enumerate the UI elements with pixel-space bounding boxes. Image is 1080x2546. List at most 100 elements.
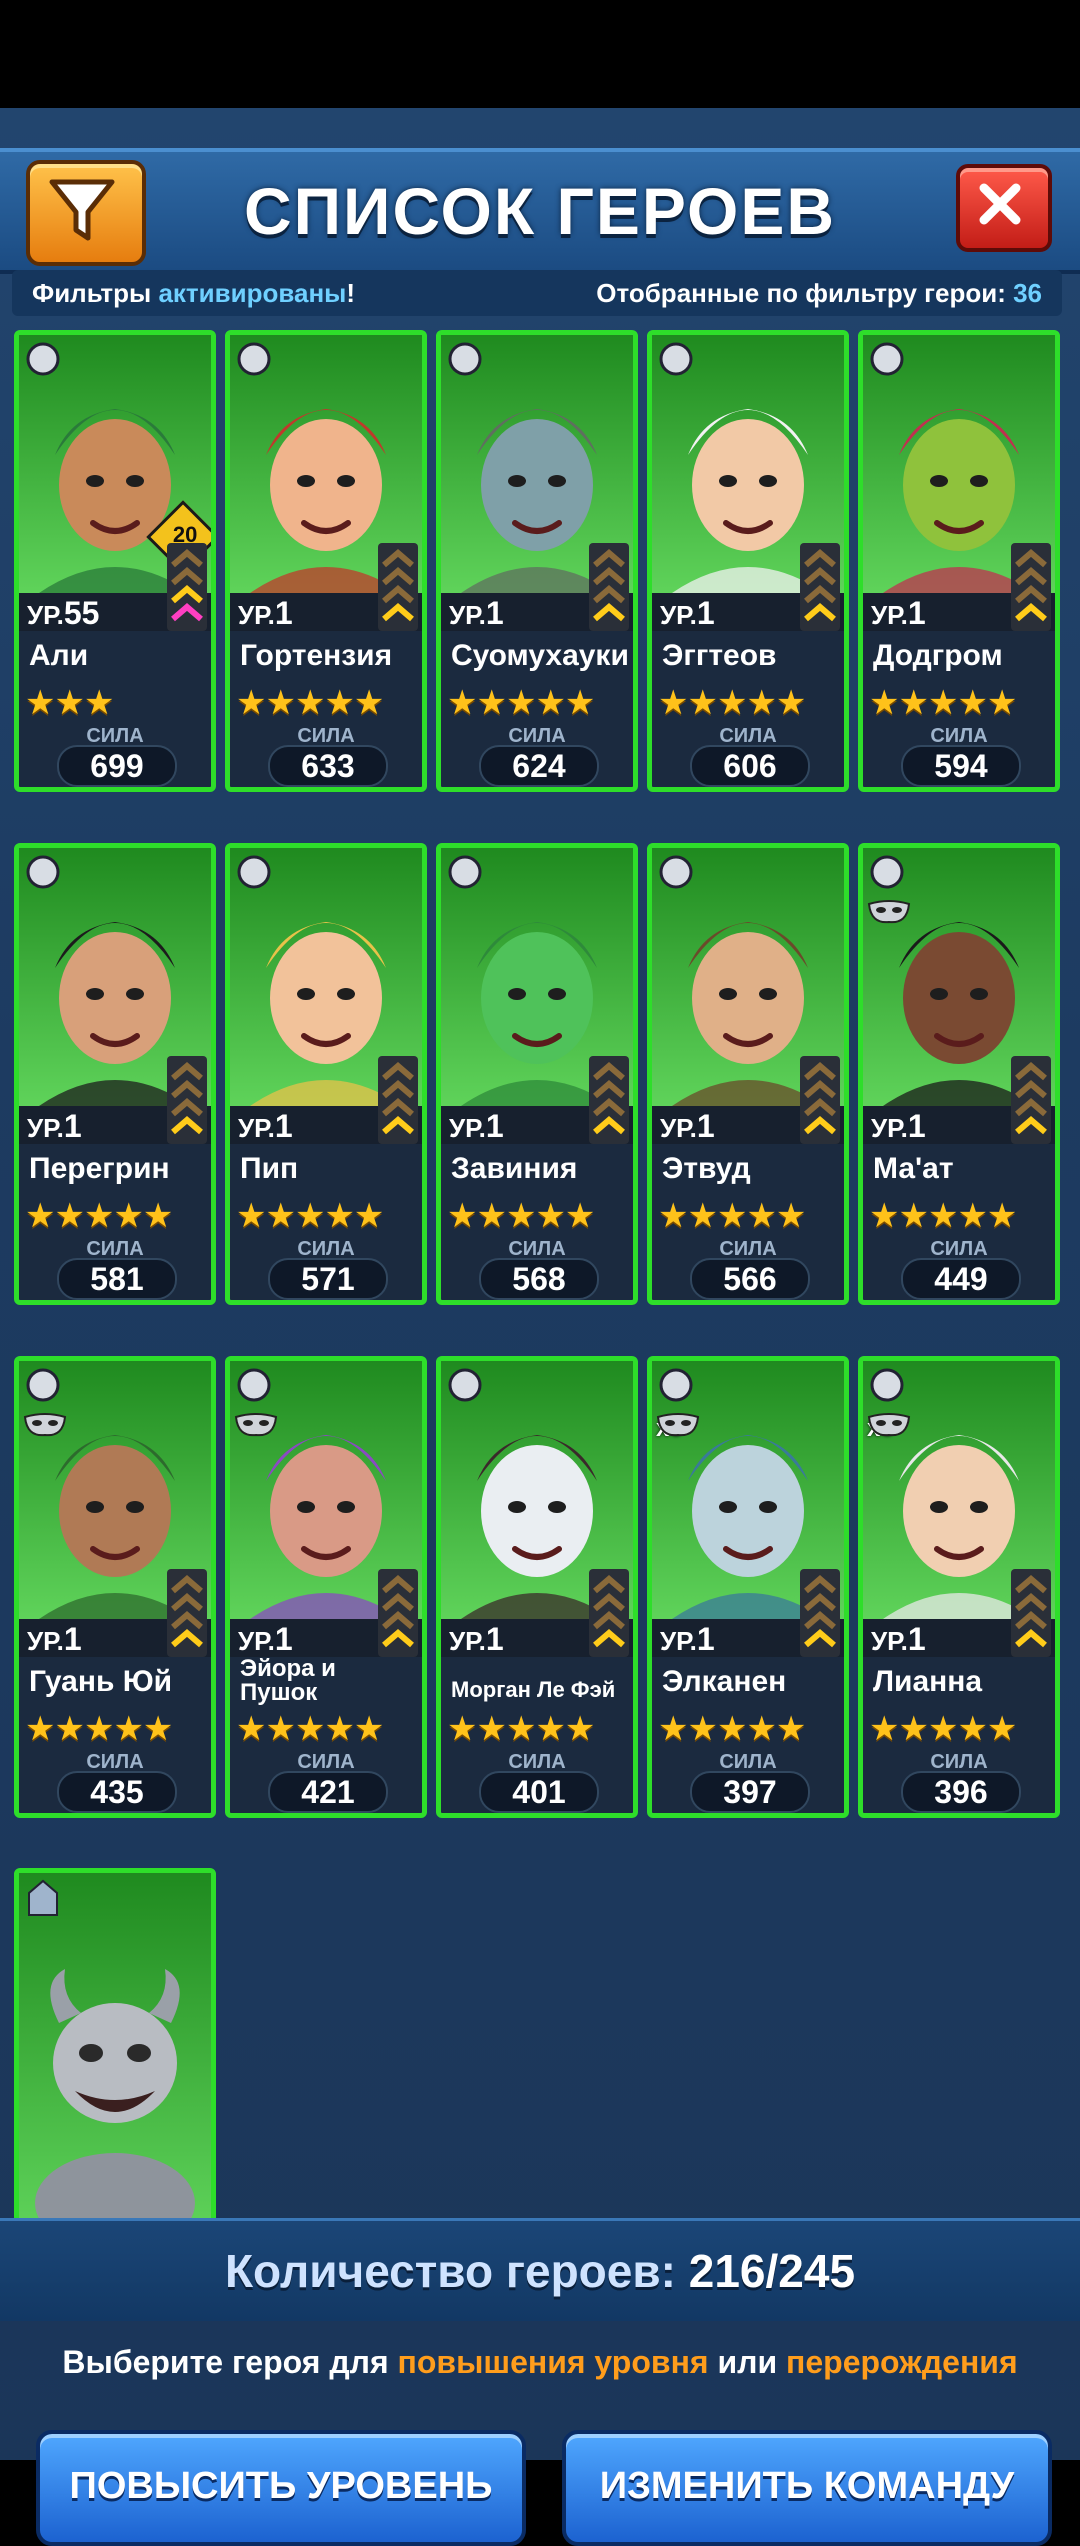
level-prefix: УР. xyxy=(449,1626,486,1656)
hint-rebirth: перерождения xyxy=(786,2344,1018,2380)
rank-chevrons-icon xyxy=(1011,1056,1051,1144)
hero-card[interactable]: 20 УР.55 Али ★★★ СИЛА 699 xyxy=(14,330,216,792)
level-value: 1 xyxy=(907,1108,926,1144)
hero-stars: ★★★★★ xyxy=(869,1197,1017,1235)
hero-power: 396 xyxy=(901,1771,1021,1813)
hero-name: Эггтеов xyxy=(662,639,777,672)
level-prefix: УР. xyxy=(871,1113,908,1143)
hero-level: УР.1 xyxy=(449,1621,504,1658)
hero-stars: ★★★ xyxy=(25,684,114,722)
hero-name: Додгром xyxy=(873,639,1003,672)
filters-suffix: ! xyxy=(346,278,356,308)
arch-icon xyxy=(448,1368,482,1402)
hero-card[interactable]: УР.1 Додгром ★★★★★ СИЛА 594 xyxy=(858,330,1060,792)
hero-level: УР.1 xyxy=(238,595,293,632)
mask-icon xyxy=(870,1368,904,1402)
header-bar: СПИСОК ГЕРОЕВ xyxy=(0,148,1080,274)
rank-chevrons-icon xyxy=(378,1056,418,1144)
rank-chevrons-icon xyxy=(1011,543,1051,631)
level-prefix: УР. xyxy=(660,1113,697,1143)
heart-icon xyxy=(870,342,904,376)
hint-prefix: Выберите героя для xyxy=(62,2344,398,2380)
level-strip: УР.55 xyxy=(19,543,211,632)
level-strip: УР.1 xyxy=(863,1056,1055,1144)
hero-stars: ★★★★★ xyxy=(25,1197,173,1235)
hero-card[interactable]: УР.1 Пип ★★★★★ СИЛА 571 xyxy=(225,843,427,1305)
hero-stars: ★★★★★ xyxy=(658,1197,806,1235)
hero-count: Количество героев: 216/245 xyxy=(0,2221,1080,2321)
level-value: 1 xyxy=(696,1621,715,1657)
hero-power: 581 xyxy=(57,1258,177,1300)
level-strip: УР.1 xyxy=(652,543,844,631)
hero-card[interactable]: УР.1 Этвуд ★★★★★ СИЛА 566 xyxy=(647,843,849,1305)
hero-card[interactable]: УР.1 Эггтеов ★★★★★ СИЛА 606 xyxy=(647,330,849,792)
filter-button[interactable] xyxy=(26,160,146,266)
level-prefix: УР. xyxy=(27,1626,64,1656)
change-team-button[interactable]: ИЗМЕНИТЬ КОМАНДУ xyxy=(562,2430,1052,2546)
level-prefix: УР. xyxy=(27,600,64,630)
hero-count-label: Количество героев: xyxy=(224,2245,689,2297)
hero-level: УР.1 xyxy=(449,595,504,632)
hero-stars: ★★★★★ xyxy=(447,684,595,722)
hero-power: 566 xyxy=(690,1258,810,1300)
filters-state: активированы xyxy=(158,278,347,308)
level-value: 1 xyxy=(696,595,715,631)
hero-level: УР.55 xyxy=(27,595,99,632)
level-strip: УР.1 xyxy=(230,1056,422,1144)
hero-stars: ★★★★★ xyxy=(25,1710,173,1748)
hero-stars: ★★★★★ xyxy=(658,1710,806,1748)
hero-card[interactable]: x3УР.1Лианна★★★★★СИЛА396 xyxy=(858,1356,1060,1818)
level-strip: УР.1 xyxy=(441,1056,633,1144)
hero-name: Этвуд xyxy=(662,1152,751,1185)
hero-card-partial[interactable] xyxy=(14,1868,216,2228)
close-button[interactable] xyxy=(956,164,1052,252)
hero-card[interactable]: УР.1 Ма'ат ★★★★★ СИЛА 449 xyxy=(858,843,1060,1305)
hero-name: Завиния xyxy=(451,1152,578,1185)
rank-chevrons-icon xyxy=(378,543,418,631)
hero-card[interactable]: УР.1 Суомухауки ★★★★★ СИЛА 624 xyxy=(436,330,638,792)
level-strip: УР.1 xyxy=(441,1569,633,1658)
hero-power: 401 xyxy=(479,1771,599,1813)
hero-level: УР.1 xyxy=(27,1108,82,1145)
level-value: 1 xyxy=(274,1108,293,1144)
hero-power: 624 xyxy=(479,745,599,787)
level-strip: УР.1 xyxy=(230,543,422,632)
hero-name: Суомухауки xyxy=(451,639,629,672)
dagger-icon xyxy=(448,342,482,376)
hero-card[interactable]: УР.1 Эйора и Пушок ★★★★★ СИЛА 421 xyxy=(225,1356,427,1818)
mask-icon xyxy=(659,1368,693,1402)
filter-info-bar: Фильтры активированы! Отобранные по филь… xyxy=(12,270,1062,316)
hero-power: 633 xyxy=(268,745,388,787)
tent-icon xyxy=(237,1368,271,1402)
page-title: СПИСОК ГЕРОЕВ xyxy=(243,174,837,248)
hero-name: Перегрин xyxy=(29,1152,170,1185)
rank-chevrons-icon xyxy=(589,1569,629,1657)
rank-chevrons-icon xyxy=(167,1569,207,1657)
hero-name: Эйора и Пушок xyxy=(240,1655,336,1706)
hero-card[interactable]: УР.1 Перегрин ★★★★★ СИЛА 581 xyxy=(14,843,216,1305)
level-strip: УР.1 xyxy=(652,1056,844,1145)
tree-icon xyxy=(237,342,271,376)
hero-power: 606 xyxy=(690,745,810,787)
level-value: 1 xyxy=(63,1108,82,1144)
close-icon xyxy=(979,183,1021,225)
hero-card[interactable]: УР.1 Морган Ле Фэй ★★★★★ СИЛА 401 xyxy=(436,1356,638,1818)
level-up-button[interactable]: ПОВЫСИТЬ УРОВЕНЬ xyxy=(36,2430,526,2546)
level-prefix: УР. xyxy=(449,600,486,630)
hero-name: Пип xyxy=(240,1152,299,1185)
hero-name: Морган Ле Фэй xyxy=(451,1677,616,1702)
level-prefix: УР. xyxy=(660,600,697,630)
mask-icon xyxy=(867,1411,911,1441)
hero-card[interactable]: УР.1 Гуань Юй ★★★★★ СИЛА 435 xyxy=(14,1356,216,1818)
hero-card[interactable]: x5УР.1Элканен★★★★★СИЛА397 xyxy=(647,1356,849,1818)
hero-power: 568 xyxy=(479,1258,599,1300)
hero-name: Али xyxy=(29,639,89,672)
hero-level: УР.1 xyxy=(660,1108,715,1145)
hero-card[interactable]: УР.1 Гортензия ★★★★★ СИЛА 633 xyxy=(225,330,427,792)
hero-card[interactable]: УР.1 Завиния ★★★★★ СИЛА 568 xyxy=(436,843,638,1305)
hero-power: 397 xyxy=(690,1771,810,1813)
mask-icon xyxy=(656,1411,700,1441)
level-value: 55 xyxy=(63,595,100,631)
mask-icon xyxy=(867,898,911,928)
level-value: 1 xyxy=(696,1108,715,1144)
